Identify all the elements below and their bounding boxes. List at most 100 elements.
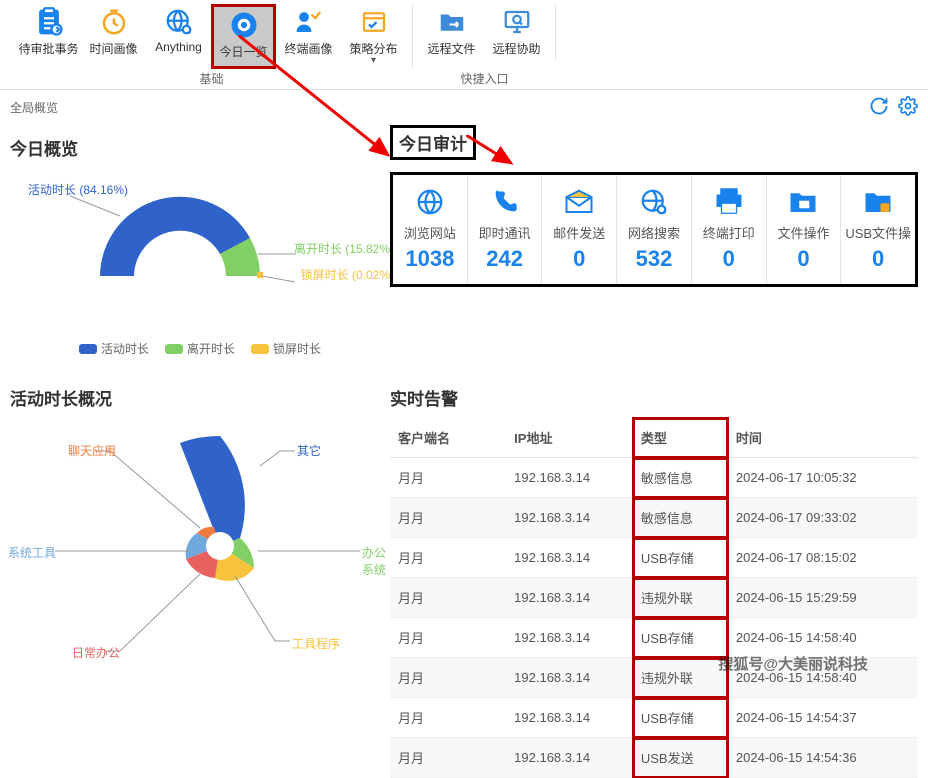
refresh-icon[interactable] <box>869 96 889 116</box>
legend-label: 离开时长 <box>187 340 235 357</box>
cell-ip: 192.168.3.14 <box>506 738 633 778</box>
activity-title: 活动时长概况 <box>10 385 390 410</box>
stat-value: 1038 <box>397 246 463 272</box>
table-row[interactable]: 月月192.168.3.14USB存储2024-06-15 14:58:40 <box>390 618 918 658</box>
table-row[interactable]: 月月192.168.3.14敏感信息2024-06-17 10:05:32 <box>390 458 918 498</box>
cell-type: USB存储 <box>633 618 728 658</box>
activity-rose-chart: 其它 聊天应用 办公系统 系统工具 工具程序 日常办公 <box>10 416 390 666</box>
ribbon-label: Anything <box>146 40 211 54</box>
donut-slice-label: 锁屏时长 (0.02% <box>301 266 390 283</box>
cell-time: 2024-06-17 10:05:32 <box>728 458 918 498</box>
legend-item: 锁屏时长 <box>251 340 321 357</box>
cell-client: 月月 <box>390 698 506 738</box>
eye-icon <box>228 9 260 41</box>
cell-type: USB存储 <box>633 698 728 738</box>
table-row[interactable]: 月月192.168.3.14敏感信息2024-06-17 09:33:02 <box>390 498 918 538</box>
cell-ip: 192.168.3.14 <box>506 578 633 618</box>
clipboard-icon <box>33 6 65 38</box>
cell-time: 2024-06-15 15:29:59 <box>728 578 918 618</box>
legend-label: 活动时长 <box>101 340 149 357</box>
ribbon-clock[interactable]: 时间画像 <box>81 4 146 69</box>
usb-folder-icon <box>845 185 911 219</box>
user-chart-icon <box>293 6 325 38</box>
clock-icon <box>98 6 130 38</box>
cell-time: 2024-06-17 08:15:02 <box>728 538 918 578</box>
stat-value: 0 <box>771 246 837 272</box>
cell-ip: 192.168.3.14 <box>506 618 633 658</box>
realtime-alerts-title: 实时告警 <box>390 385 918 410</box>
ribbon-folder-arrow[interactable]: 远程文件 <box>419 4 484 61</box>
col-time: 时间 <box>728 418 918 458</box>
ribbon-group: 待审批事务时间画像Anything今日一览终端画像策略分布▾基础 <box>10 4 413 89</box>
rose-slice-label: 日常办公 <box>72 644 120 661</box>
cell-ip: 192.168.3.14 <box>506 458 633 498</box>
search-globe-icon <box>621 185 687 219</box>
cell-client: 月月 <box>390 578 506 618</box>
stat-search-globe[interactable]: 网络搜索532 <box>617 175 692 284</box>
ribbon-board-check[interactable]: 策略分布▾ <box>341 4 406 69</box>
today-overview-title: 今日概览 <box>10 135 390 160</box>
legend-item: 离开时长 <box>165 340 235 357</box>
ribbon-group-title: 快捷入口 <box>413 70 556 87</box>
stat-value: 0 <box>845 246 911 272</box>
legend-swatch <box>165 344 183 354</box>
settings-icon[interactable] <box>898 96 918 116</box>
dropdown-icon: ▾ <box>341 57 406 65</box>
cell-ip: 192.168.3.14 <box>506 538 633 578</box>
ribbon-label: 时间画像 <box>81 40 146 57</box>
legend-swatch <box>251 344 269 354</box>
table-row[interactable]: 月月192.168.3.14USB存储2024-06-15 14:54:37 <box>390 698 918 738</box>
cell-type: 敏感信息 <box>633 498 728 538</box>
phone-icon <box>472 185 538 219</box>
folder-arrow-icon <box>436 6 468 38</box>
ribbon-group-title: 基础 <box>10 70 413 87</box>
stat-usb-folder[interactable]: USB文件操作 0 <box>841 175 915 284</box>
printer-icon <box>696 185 762 219</box>
stat-label: 浏览网站 <box>397 223 463 242</box>
legend-item: 活动时长 <box>79 340 149 357</box>
cell-ip: 192.168.3.14 <box>506 498 633 538</box>
stat-value: 242 <box>472 246 538 272</box>
cell-client: 月月 <box>390 738 506 778</box>
ribbon-globe-search[interactable]: Anything <box>146 4 211 69</box>
donut-slice-label: 活动时长 (84.16%) <box>28 181 128 198</box>
globe-search-icon <box>163 6 195 38</box>
board-check-icon <box>358 6 390 38</box>
breadcrumb: 全局概览 <box>0 90 928 125</box>
table-row[interactable]: 月月192.168.3.14违规外联2024-06-15 15:29:59 <box>390 578 918 618</box>
rose-slice-label: 系统工具 <box>8 544 56 561</box>
cell-type: USB发送 <box>633 738 728 778</box>
table-row[interactable]: 月月192.168.3.14USB存储2024-06-17 08:15:02 <box>390 538 918 578</box>
stat-folder[interactable]: 文件操作0 <box>767 175 842 284</box>
globe-icon <box>397 185 463 219</box>
ribbon-clipboard[interactable]: 待审批事务 <box>16 4 81 69</box>
today-audit-title: 今日审计 <box>390 125 476 160</box>
cell-client: 月月 <box>390 498 506 538</box>
cell-client: 月月 <box>390 538 506 578</box>
ribbon-eye[interactable]: 今日一览 <box>211 4 276 69</box>
donut-slice-label: 离开时长 (15.82% <box>294 240 390 257</box>
stat-mail[interactable]: 邮件发送0 <box>542 175 617 284</box>
ribbon-label: 待审批事务 <box>16 40 81 57</box>
donut-legend: 活动时长 离开时长锁屏时长 <box>10 340 390 357</box>
monitor-search-icon <box>501 6 533 38</box>
stat-value: 0 <box>696 246 762 272</box>
alerts-table: 客户端名 IP地址 类型 时间 月月192.168.3.14敏感信息2024-0… <box>390 418 918 778</box>
stat-phone[interactable]: 即时通讯242 <box>468 175 543 284</box>
ribbon-user-chart[interactable]: 终端画像 <box>276 4 341 69</box>
table-row[interactable]: 月月192.168.3.14USB发送2024-06-15 14:54:36 <box>390 738 918 778</box>
stat-value: 0 <box>546 246 612 272</box>
stat-printer[interactable]: 终端打印 0 <box>692 175 767 284</box>
stat-globe[interactable]: 浏览网站 1038 <box>393 175 468 284</box>
ribbon-label: 今日一览 <box>214 43 273 60</box>
ribbon-group: 远程文件远程协助快捷入口 <box>413 4 556 89</box>
cell-time: 2024-06-17 09:33:02 <box>728 498 918 538</box>
cell-client: 月月 <box>390 618 506 658</box>
stat-label: 终端打印 <box>696 223 762 242</box>
stat-label: USB文件操作 <box>845 223 911 242</box>
rose-slice-label: 工具程序 <box>292 635 340 652</box>
cell-client: 月月 <box>390 458 506 498</box>
ribbon-monitor-search[interactable]: 远程协助 <box>484 4 549 61</box>
cell-type: 违规外联 <box>633 578 728 618</box>
audit-stat-panel: 浏览网站1038即时通讯242邮件发送0网络搜索532终端打印0文件操作0USB… <box>390 172 918 287</box>
